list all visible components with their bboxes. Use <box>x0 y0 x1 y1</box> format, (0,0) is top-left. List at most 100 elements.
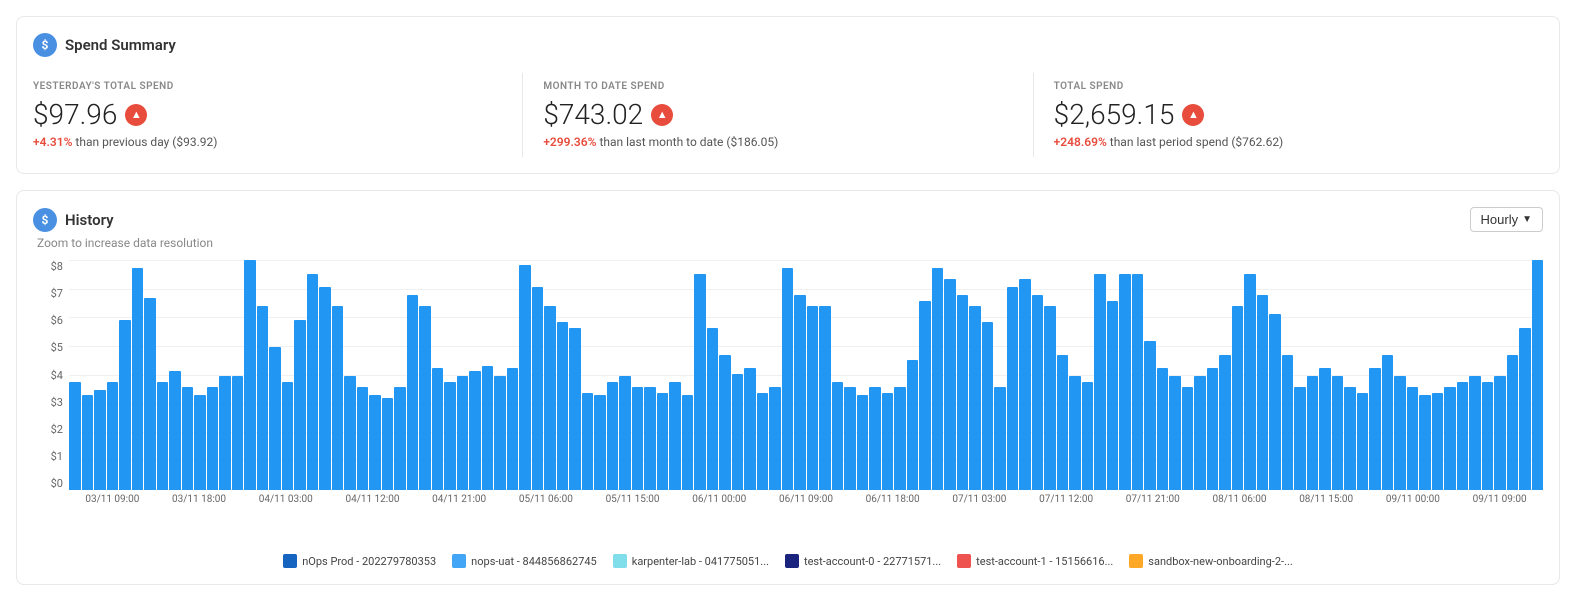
bar <box>1457 382 1469 490</box>
chart-container: $8$7$6$5$4$3$2$1$0 03/11 09:0003/11 18:0… <box>33 260 1543 540</box>
bar <box>332 306 344 490</box>
x-axis-label: 09/11 09:00 <box>1456 494 1543 505</box>
page-container: $ Spend Summary YESTERDAY'S TOTAL SPEND … <box>0 0 1576 601</box>
bars-container <box>69 260 1543 490</box>
spend-change-mtd: +299.36% than last month to date ($186.0… <box>543 135 1012 149</box>
spend-card-mtd: MONTH TO DATE SPEND $743.02 ▲ +299.36% t… <box>523 73 1033 157</box>
bar <box>1169 376 1181 490</box>
bar <box>1507 355 1519 490</box>
bar <box>432 368 444 490</box>
bar <box>1257 295 1269 490</box>
bar <box>707 328 719 490</box>
bar <box>1194 376 1206 490</box>
bar <box>1407 387 1419 490</box>
spend-arrow-total: ▲ <box>1182 104 1204 126</box>
bar <box>82 395 94 490</box>
spend-suffix-total: than last period spend ($762.62) <box>1107 135 1283 149</box>
bar <box>132 268 144 490</box>
legend-color-box <box>785 554 799 568</box>
bar <box>744 368 756 490</box>
x-axis-label: 04/11 12:00 <box>329 494 416 505</box>
bar <box>1219 355 1231 490</box>
spend-percent-mtd: +299.36% <box>543 135 596 149</box>
bar <box>994 387 1006 490</box>
hourly-dropdown-label: Hourly <box>1481 212 1519 227</box>
bar <box>719 355 731 490</box>
bar <box>619 376 631 490</box>
x-axis-label: 08/11 15:00 <box>1283 494 1370 505</box>
bar <box>819 306 831 490</box>
bar <box>1307 376 1319 490</box>
bar <box>1432 393 1444 490</box>
bar <box>1394 376 1406 490</box>
bar <box>1069 376 1081 490</box>
bar <box>182 387 194 490</box>
bar <box>357 387 369 490</box>
y-axis-label: $2 <box>33 423 63 436</box>
bar <box>494 376 506 490</box>
x-axis-label: 06/11 09:00 <box>763 494 850 505</box>
bar <box>307 274 319 490</box>
legend-item: test-account-1 - 15156616... <box>957 554 1113 568</box>
bar <box>1469 376 1481 490</box>
legend-item: test-account-0 - 22771571... <box>785 554 941 568</box>
bar <box>644 387 656 490</box>
bar <box>1419 395 1431 490</box>
bar <box>944 279 956 490</box>
history-header-left: $ History <box>33 208 114 232</box>
spend-arrow-mtd: ▲ <box>651 104 673 126</box>
bar <box>857 395 869 490</box>
bar <box>1244 274 1256 490</box>
bar <box>519 265 531 490</box>
bar <box>882 393 894 490</box>
bar <box>107 382 119 490</box>
y-axis-label: $0 <box>33 477 63 490</box>
x-axis-label: 09/11 00:00 <box>1370 494 1457 505</box>
bar <box>1007 287 1019 490</box>
legend-item: karpenter-lab - 041775051... <box>613 554 769 568</box>
bar <box>657 393 669 490</box>
bar <box>1319 368 1331 490</box>
history-section: $ History Hourly ▼ Zoom to increase data… <box>16 190 1560 585</box>
spend-change-yesterday: +4.31% than previous day ($93.92) <box>33 135 502 149</box>
bar <box>294 320 306 490</box>
legend-label: test-account-1 - 15156616... <box>976 555 1113 568</box>
bar <box>207 387 219 490</box>
x-axis-label: 05/11 15:00 <box>589 494 676 505</box>
bar <box>1382 355 1394 490</box>
bar <box>69 382 81 490</box>
legend-color-box <box>1129 554 1143 568</box>
y-axis-label: $7 <box>33 287 63 300</box>
bar <box>232 376 244 490</box>
bar <box>282 382 294 490</box>
legend-color-box <box>957 554 971 568</box>
spend-label-mtd: MONTH TO DATE SPEND <box>543 81 1012 92</box>
chart-area <box>69 260 1543 490</box>
legend-color-box <box>613 554 627 568</box>
bar <box>394 387 406 490</box>
bar <box>257 306 269 490</box>
spend-amount-row-total: $2,659.15 ▲ <box>1054 98 1523 131</box>
bar <box>794 295 806 490</box>
bar <box>694 274 706 490</box>
legend-item: nOps Prod - 202279780353 <box>283 554 436 568</box>
bar <box>1107 301 1119 490</box>
bar <box>1482 382 1494 490</box>
bar <box>782 268 794 490</box>
legend-label: nOps Prod - 202279780353 <box>302 555 436 568</box>
spend-label-yesterday: YESTERDAY'S TOTAL SPEND <box>33 81 502 92</box>
y-axis-label: $1 <box>33 450 63 463</box>
spend-card-total: TOTAL SPEND $2,659.15 ▲ +248.69% than la… <box>1034 73 1543 157</box>
bar <box>919 301 931 490</box>
x-axis-label: 03/11 18:00 <box>156 494 243 505</box>
bar <box>1044 306 1056 490</box>
bar <box>382 398 394 490</box>
x-axis-label: 06/11 00:00 <box>676 494 763 505</box>
spend-amount-total: $2,659.15 <box>1054 98 1175 131</box>
x-axis-label: 05/11 06:00 <box>503 494 590 505</box>
y-axis-label: $8 <box>33 260 63 273</box>
spend-arrow-yesterday: ▲ <box>125 104 147 126</box>
spend-label-total: TOTAL SPEND <box>1054 81 1523 92</box>
bar <box>682 395 694 490</box>
hourly-dropdown-button[interactable]: Hourly ▼ <box>1470 207 1543 232</box>
